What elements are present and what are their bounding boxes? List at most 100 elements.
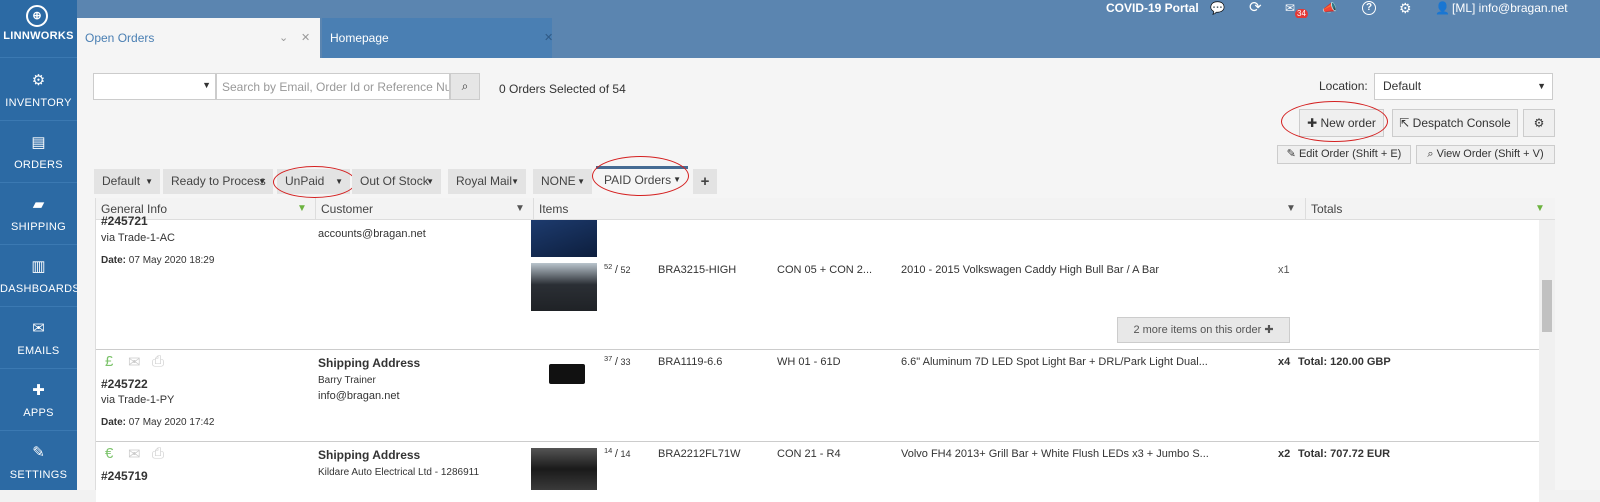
column-items[interactable]: Items ▼ [534, 198, 1306, 220]
order-total: Total: 707.72 EUR [1298, 448, 1391, 460]
caret-down-icon: ▼ [577, 177, 585, 186]
filter-icon[interactable]: ▼ [297, 198, 307, 220]
search-type-select[interactable]: ▼ [93, 73, 216, 100]
chevron-down-icon: ▼ [1537, 81, 1546, 91]
tab-bar: Open Orders ⌄ ✕ Homepage ✕ [77, 18, 1600, 58]
tab-open-orders[interactable]: Open Orders ⌄ ✕ [77, 18, 320, 58]
caret-down-icon: ▼ [511, 177, 519, 186]
filter-icon[interactable]: ▼ [1535, 198, 1545, 220]
tab-homepage[interactable]: Homepage ✕ [322, 18, 553, 58]
order-date: Date: 07 May 2020 18:29 [101, 255, 214, 266]
tab-label: Homepage [330, 31, 389, 45]
refresh-icon[interactable]: ⟳ [1249, 0, 1262, 18]
sidebar-item-label: SHIPPING [11, 221, 66, 233]
chat-icon[interactable]: 💬 [1210, 0, 1225, 18]
help-icon[interactable]: ? [1362, 1, 1376, 15]
add-filter-tab-button[interactable]: + [693, 169, 717, 194]
order-id[interactable]: #245722 [101, 377, 148, 391]
search-icon: ⌕ [1427, 148, 1434, 160]
item-quantity: x2 [1278, 448, 1291, 460]
date-value: 07 May 2020 18:29 [128, 255, 215, 266]
email-icon[interactable]: ✉ [128, 353, 141, 371]
sidebar-item-apps[interactable]: ✚ APPS [0, 369, 77, 431]
item-sku[interactable]: BRA3215-HIGH [658, 264, 736, 276]
grid-settings-button[interactable]: ⚙ [1523, 109, 1555, 137]
sidebar-item-label: INVENTORY [5, 97, 72, 109]
location-select[interactable]: Default ▼ [1374, 73, 1553, 100]
search-input[interactable] [216, 73, 450, 100]
column-customer[interactable]: Customer ▼ [316, 198, 534, 220]
bar-chart-icon: ▥ [31, 258, 46, 275]
despatch-console-button[interactable]: ⇱ Despatch Console [1392, 109, 1518, 137]
order-channel: via Trade-1-AC [101, 232, 175, 244]
print-icon[interactable]: ⎙ [152, 445, 164, 462]
scrollbar-thumb[interactable] [1542, 280, 1552, 332]
annotation-ring [273, 166, 356, 198]
chevron-down-icon[interactable]: ⌄ [279, 18, 288, 58]
user-account[interactable]: [ML] info@bragan.net [1452, 0, 1568, 18]
filter-tab-default[interactable]: Default ▼ [94, 169, 160, 194]
grid-scrollbar[interactable] [1539, 220, 1555, 490]
view-order-button[interactable]: ⌕ View Order (Shift + V) [1416, 145, 1555, 164]
megaphone-icon[interactable]: 📣 [1322, 0, 1337, 18]
item-sku[interactable]: BRA2212FL71W [658, 448, 741, 460]
sidebar-item-label: DASHBOARDS [0, 283, 81, 295]
mail-icon[interactable]: ✉ 34 [1285, 0, 1309, 19]
sidebar-item-label: SETTINGS [9, 469, 68, 481]
sidebar-item-shipping[interactable]: ▰ SHIPPING [0, 183, 77, 245]
sidebar-item-settings[interactable]: ✎ SETTINGS [0, 431, 77, 493]
settings-icon[interactable]: ⚙ [1399, 0, 1412, 18]
cubes-icon: ⚙ [31, 72, 46, 89]
filter-tab-ready-to-process[interactable]: Ready to Process ▼ [163, 169, 273, 194]
item-location: CON 21 - R4 [777, 448, 841, 460]
column-totals[interactable]: Totals ▼ [1306, 198, 1555, 220]
item-image [531, 448, 597, 490]
filter-tab-label: Royal Mail [456, 174, 513, 188]
sidebar-item-orders[interactable]: ▤ ORDERS [0, 121, 77, 183]
table-row[interactable]: #245721 via Trade-1-AC Date: 07 May 2020… [96, 214, 1539, 350]
filter-tab-out-of-stock[interactable]: Out Of Stock ▼ [352, 169, 441, 194]
puzzle-icon: ✚ [32, 382, 45, 399]
search-button[interactable]: ⌕ [450, 73, 480, 100]
sidebar-item-inventory[interactable]: ⚙ INVENTORY [0, 59, 77, 121]
item-location: WH 01 - 61D [777, 356, 841, 368]
date-value: 07 May 2020 17:42 [128, 417, 215, 428]
email-icon[interactable]: ✉ [128, 445, 141, 463]
print-icon[interactable]: ⎙ [152, 353, 164, 370]
column-label: Totals [1311, 202, 1343, 216]
plus-icon: ✚ [1264, 324, 1274, 336]
envelope-icon: ✉ [32, 320, 45, 337]
filter-icon[interactable]: ▼ [515, 198, 525, 220]
date-label: Date: [101, 417, 127, 428]
pencil-icon: ✎ [1286, 148, 1296, 160]
close-icon[interactable]: ✕ [544, 18, 553, 58]
wrench-icon: ✎ [32, 444, 45, 461]
search-icon: ⌕ [461, 79, 469, 93]
more-items-button[interactable]: 2 more items on this order ✚ [1117, 317, 1290, 343]
despatch-console-label: Despatch Console [1412, 116, 1511, 130]
customer-email: accounts@bragan.net [318, 228, 426, 240]
logo-label: LINNWORKS [3, 30, 74, 42]
table-row[interactable]: € ✉ ⎙ #245719 Shipping Address Kildare A… [96, 442, 1539, 502]
caret-down-icon: ▼ [426, 177, 434, 186]
filter-icon[interactable]: ▼ [1286, 198, 1296, 220]
logo-icon: ⊕ [26, 5, 48, 27]
user-icon: 👤 [1435, 1, 1450, 15]
filter-tab-royal-mail[interactable]: Royal Mail ▼ [448, 169, 526, 194]
filter-tab-none[interactable]: NONE ▼ [533, 169, 592, 194]
order-id[interactable]: #245721 [101, 214, 148, 228]
sidebar-item-dashboards[interactable]: ▥ DASHBOARDS [0, 245, 81, 307]
view-order-label: View Order (Shift + V) [1436, 148, 1544, 160]
table-row[interactable]: £ ✉ ⎙ #245722 via Trade-1-PY Date: 07 Ma… [96, 350, 1539, 442]
close-icon[interactable]: ✕ [301, 18, 310, 58]
edit-order-button[interactable]: ✎ Edit Order (Shift + E) [1277, 145, 1411, 164]
filter-tab-label: Default [102, 174, 141, 188]
covid-portal-link[interactable]: COVID-19 Portal [1106, 0, 1199, 18]
order-channel: via Trade-1-PY [101, 394, 175, 406]
order-id[interactable]: #245719 [101, 469, 148, 483]
item-sku[interactable]: BRA1119-6.6 [658, 356, 722, 368]
linnworks-logo[interactable]: ⊕ LINNWORKS [0, 0, 77, 58]
sidebar-item-emails[interactable]: ✉ EMAILS [0, 307, 77, 369]
order-total: Total: 120.00 GBP [1298, 356, 1391, 368]
orders-grid: General Info ▼ Customer ▼ Items ▼ Totals… [95, 198, 1555, 502]
